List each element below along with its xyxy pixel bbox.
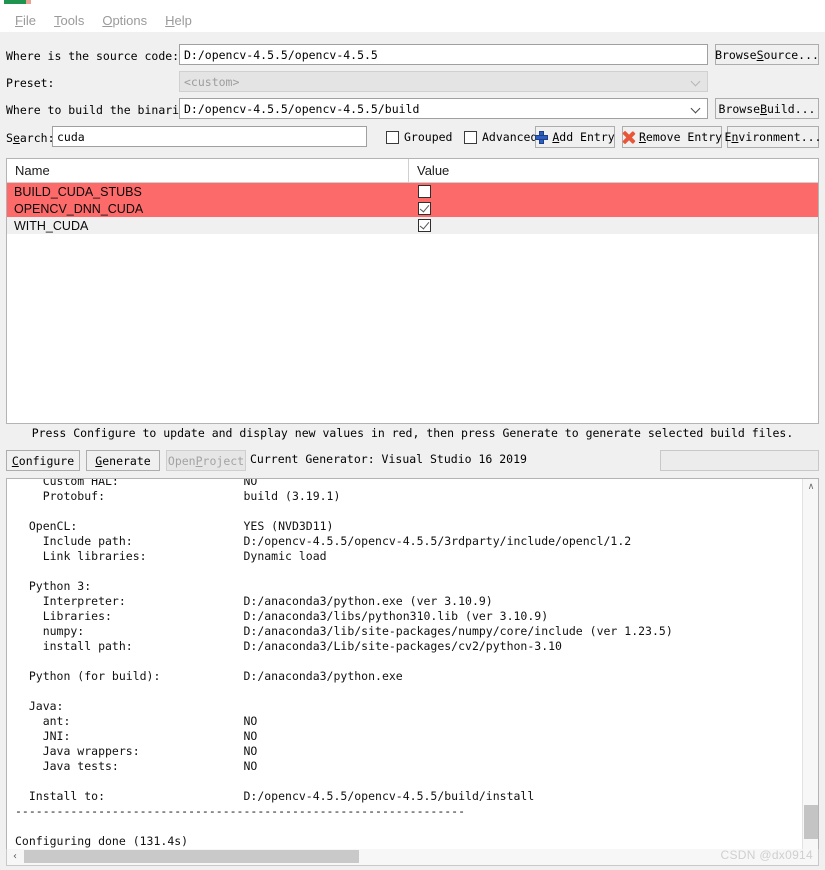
generate-post: enerate	[102, 453, 151, 468]
browse-build-button[interactable]: Browse Build...	[715, 98, 819, 119]
advanced-label: Advanced	[482, 130, 538, 144]
log-vertical-scrollbar[interactable]: ∧ ∨	[802, 479, 818, 863]
log-output-panel[interactable]: Custom HAL: NO Protobuf: build (3.19.1) …	[6, 478, 819, 864]
search-label-post: arch:	[19, 131, 55, 145]
menu-options-mnemonic: O	[102, 12, 113, 28]
remove-x-icon	[622, 131, 635, 144]
value-checkbox[interactable]	[418, 185, 431, 198]
open-project-mnemonic: P	[195, 453, 203, 468]
configure-button[interactable]: Configure	[6, 450, 80, 471]
chevron-down-icon	[692, 77, 701, 86]
current-generator-label: Current Generator: Visual Studio 16 2019	[250, 452, 527, 466]
build-binaries-input[interactable]: D:/opencv-4.5.5/opencv-4.5.5/build	[179, 98, 708, 119]
table-header: Name Value	[7, 159, 818, 183]
menu-tools-label: ools	[60, 12, 85, 28]
grouped-checkbox-box[interactable]	[386, 130, 399, 144]
menu-tools[interactable]: Tools	[45, 11, 93, 30]
browse-source-button[interactable]: Browse Source...	[715, 44, 819, 65]
cache-entry-name: OPENCV_DNN_CUDA	[14, 201, 144, 216]
search-label: Search:	[6, 131, 55, 145]
add-entry-button[interactable]: Add Entry	[535, 126, 615, 148]
build-binaries-label: Where to build the binaries:	[6, 103, 200, 117]
log-horizontal-scrollbar[interactable]: ‹	[6, 849, 819, 866]
search-label-mnemonic: e	[12, 131, 20, 145]
cache-entry-value[interactable]	[409, 185, 818, 198]
environment-pre: E	[724, 130, 732, 144]
preset-value: <custom>	[184, 74, 240, 89]
environment-mnemonic: n	[731, 130, 739, 144]
cache-entry-value[interactable]	[409, 202, 818, 215]
menu-options[interactable]: Options	[93, 11, 156, 30]
plus-icon	[535, 130, 549, 144]
configure-mnemonic: C	[11, 453, 19, 468]
source-code-label: Where is the source code:	[6, 49, 180, 63]
browse-source-post: ource...	[763, 47, 819, 62]
add-entry-post: dd Entry	[559, 130, 615, 144]
menu-file-label: ile	[22, 12, 36, 28]
environment-post: vironment...	[738, 130, 822, 144]
cache-entry-name: WITH_CUDA	[14, 218, 89, 233]
open-project-post: roject	[202, 453, 245, 468]
browse-build-mnemonic: B	[760, 101, 767, 116]
scrollbar-thumb[interactable]	[24, 850, 359, 863]
scrollbar-thumb[interactable]	[804, 805, 818, 839]
chrome-green-sliver	[4, 0, 26, 4]
column-header-name[interactable]: Name	[7, 159, 409, 182]
preset-combobox[interactable]: <custom>	[179, 71, 708, 92]
column-header-value[interactable]: Value	[409, 159, 818, 182]
status-hint: Press Configure to update and display ne…	[31, 426, 794, 440]
menu-options-label: ptions	[112, 12, 148, 28]
remove-entry-mnemonic: R	[638, 130, 646, 144]
menubar: File Tools Options Help	[0, 8, 825, 32]
chrome-pink-sliver	[26, 0, 31, 4]
generate-mnemonic: G	[95, 453, 103, 468]
cmake-gui-window: File Tools Options Help Where is the sou…	[0, 0, 825, 870]
paths-panel: Where is the source code: D:/opencv-4.5.…	[0, 32, 825, 150]
browse-source-mnemonic: S	[756, 47, 764, 62]
cache-entry-name: BUILD_CUDA_STUBS	[14, 184, 142, 199]
value-checkbox[interactable]	[418, 202, 431, 215]
table-row[interactable]: WITH_CUDA	[7, 217, 818, 234]
remove-entry-post: emove Entry	[645, 130, 723, 144]
log-output-text: Custom HAL: NO Protobuf: build (3.19.1) …	[15, 478, 673, 848]
grouped-label: Grouped	[404, 130, 453, 144]
browse-build-post: uild...	[767, 101, 816, 116]
source-code-input[interactable]: D:/opencv-4.5.5/opencv-4.5.5	[179, 44, 708, 65]
window-chrome-strip	[0, 0, 825, 8]
chevron-down-icon	[692, 104, 701, 113]
search-label-pre: S	[6, 131, 13, 145]
grouped-checkbox[interactable]: Grouped	[386, 130, 452, 144]
browse-build-pre: Browse	[718, 101, 761, 116]
environment-button[interactable]: En vironment...	[724, 126, 822, 148]
menu-file-mnemonic: F	[15, 12, 23, 28]
open-project-button: Open Project	[166, 450, 246, 471]
scroll-up-icon[interactable]: ∧	[803, 479, 818, 495]
remove-entry-button[interactable]: Remove Entry	[622, 126, 722, 148]
build-binaries-value: D:/opencv-4.5.5/opencv-4.5.5/build	[184, 101, 420, 116]
menu-help-label: elp	[174, 12, 192, 28]
cache-entry-value[interactable]	[409, 219, 818, 232]
preset-label: Preset:	[6, 76, 55, 90]
search-input[interactable]: cuda	[52, 126, 367, 147]
browse-source-pre: Browse	[715, 47, 757, 62]
menu-file[interactable]: File	[6, 11, 45, 30]
menu-help[interactable]: Help	[156, 11, 201, 30]
menu-help-mnemonic: H	[165, 12, 175, 28]
cache-variables-table[interactable]: Name Value BUILD_CUDA_STUBS OPENCV_DNN_C…	[6, 158, 819, 424]
progress-bar	[660, 450, 819, 471]
advanced-checkbox[interactable]: Advanced	[464, 130, 537, 144]
generate-button[interactable]: Generate	[86, 450, 160, 471]
table-row[interactable]: BUILD_CUDA_STUBS	[7, 183, 818, 200]
scroll-left-icon[interactable]: ‹	[7, 849, 23, 864]
table-row[interactable]: OPENCV_DNN_CUDA	[7, 200, 818, 217]
advanced-checkbox-box[interactable]	[464, 130, 477, 144]
value-checkbox[interactable]	[418, 219, 431, 232]
configure-post: onfigure	[18, 453, 75, 468]
add-entry-mnemonic: A	[552, 130, 560, 144]
open-project-pre: Open	[167, 453, 196, 468]
